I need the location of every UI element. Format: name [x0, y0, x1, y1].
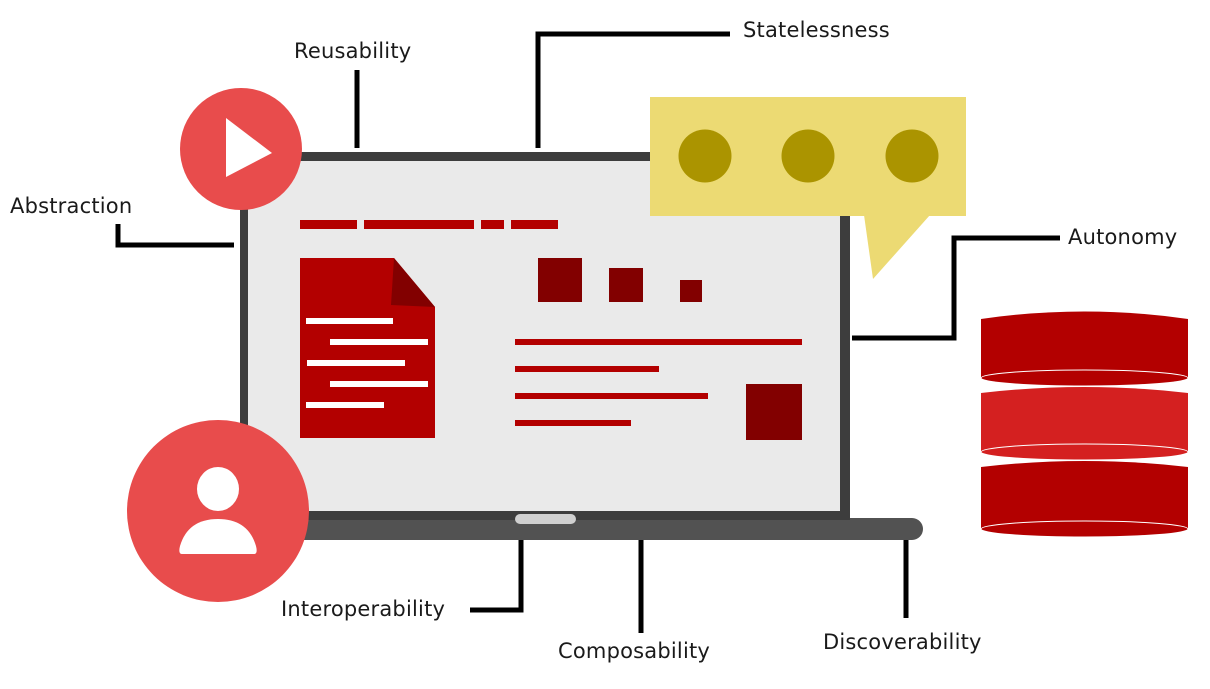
content-line — [515, 420, 631, 426]
document-line — [330, 381, 428, 387]
chat-dot — [781, 129, 835, 183]
service-principles-diagram — [115, 31, 1189, 633]
laptop-base — [232, 518, 923, 540]
label-autonomy: Autonomy — [1068, 225, 1178, 249]
chat-bubble-tail — [864, 215, 930, 279]
chat-dot — [678, 129, 732, 183]
content-line — [515, 366, 659, 372]
content-image-block — [746, 384, 802, 440]
label-discoverability: Discoverability — [823, 630, 982, 654]
database-layer — [980, 387, 1189, 461]
document-icon — [300, 258, 435, 438]
label-interoperability: Interoperability — [281, 597, 446, 621]
label-abstraction: Abstraction — [10, 194, 133, 218]
header-bar — [364, 220, 474, 229]
database-layer — [980, 311, 1189, 387]
connector-abstraction — [115, 224, 234, 248]
play-icon — [180, 88, 302, 210]
header-bar — [511, 220, 558, 229]
label-composability: Composability — [558, 639, 711, 663]
database-layer — [980, 461, 1189, 538]
user-head — [197, 467, 239, 511]
header-bar — [481, 220, 504, 229]
user-icon — [127, 420, 309, 602]
document-line — [306, 318, 393, 324]
content-line — [515, 393, 708, 399]
document-line — [330, 339, 428, 345]
header-bar — [300, 220, 357, 229]
database-icon — [980, 311, 1189, 538]
content-block — [538, 258, 582, 302]
label-statelessness: Statelessness — [743, 18, 890, 42]
content-line — [515, 339, 802, 345]
label-reusability: Reusability — [294, 39, 412, 63]
content-block — [680, 280, 702, 302]
document-line — [306, 402, 384, 408]
content-block — [609, 268, 643, 302]
connector-interoperability — [470, 540, 524, 613]
document-line — [307, 360, 405, 366]
laptop-trackpad-notch — [515, 514, 576, 524]
chat-dot — [885, 129, 939, 183]
